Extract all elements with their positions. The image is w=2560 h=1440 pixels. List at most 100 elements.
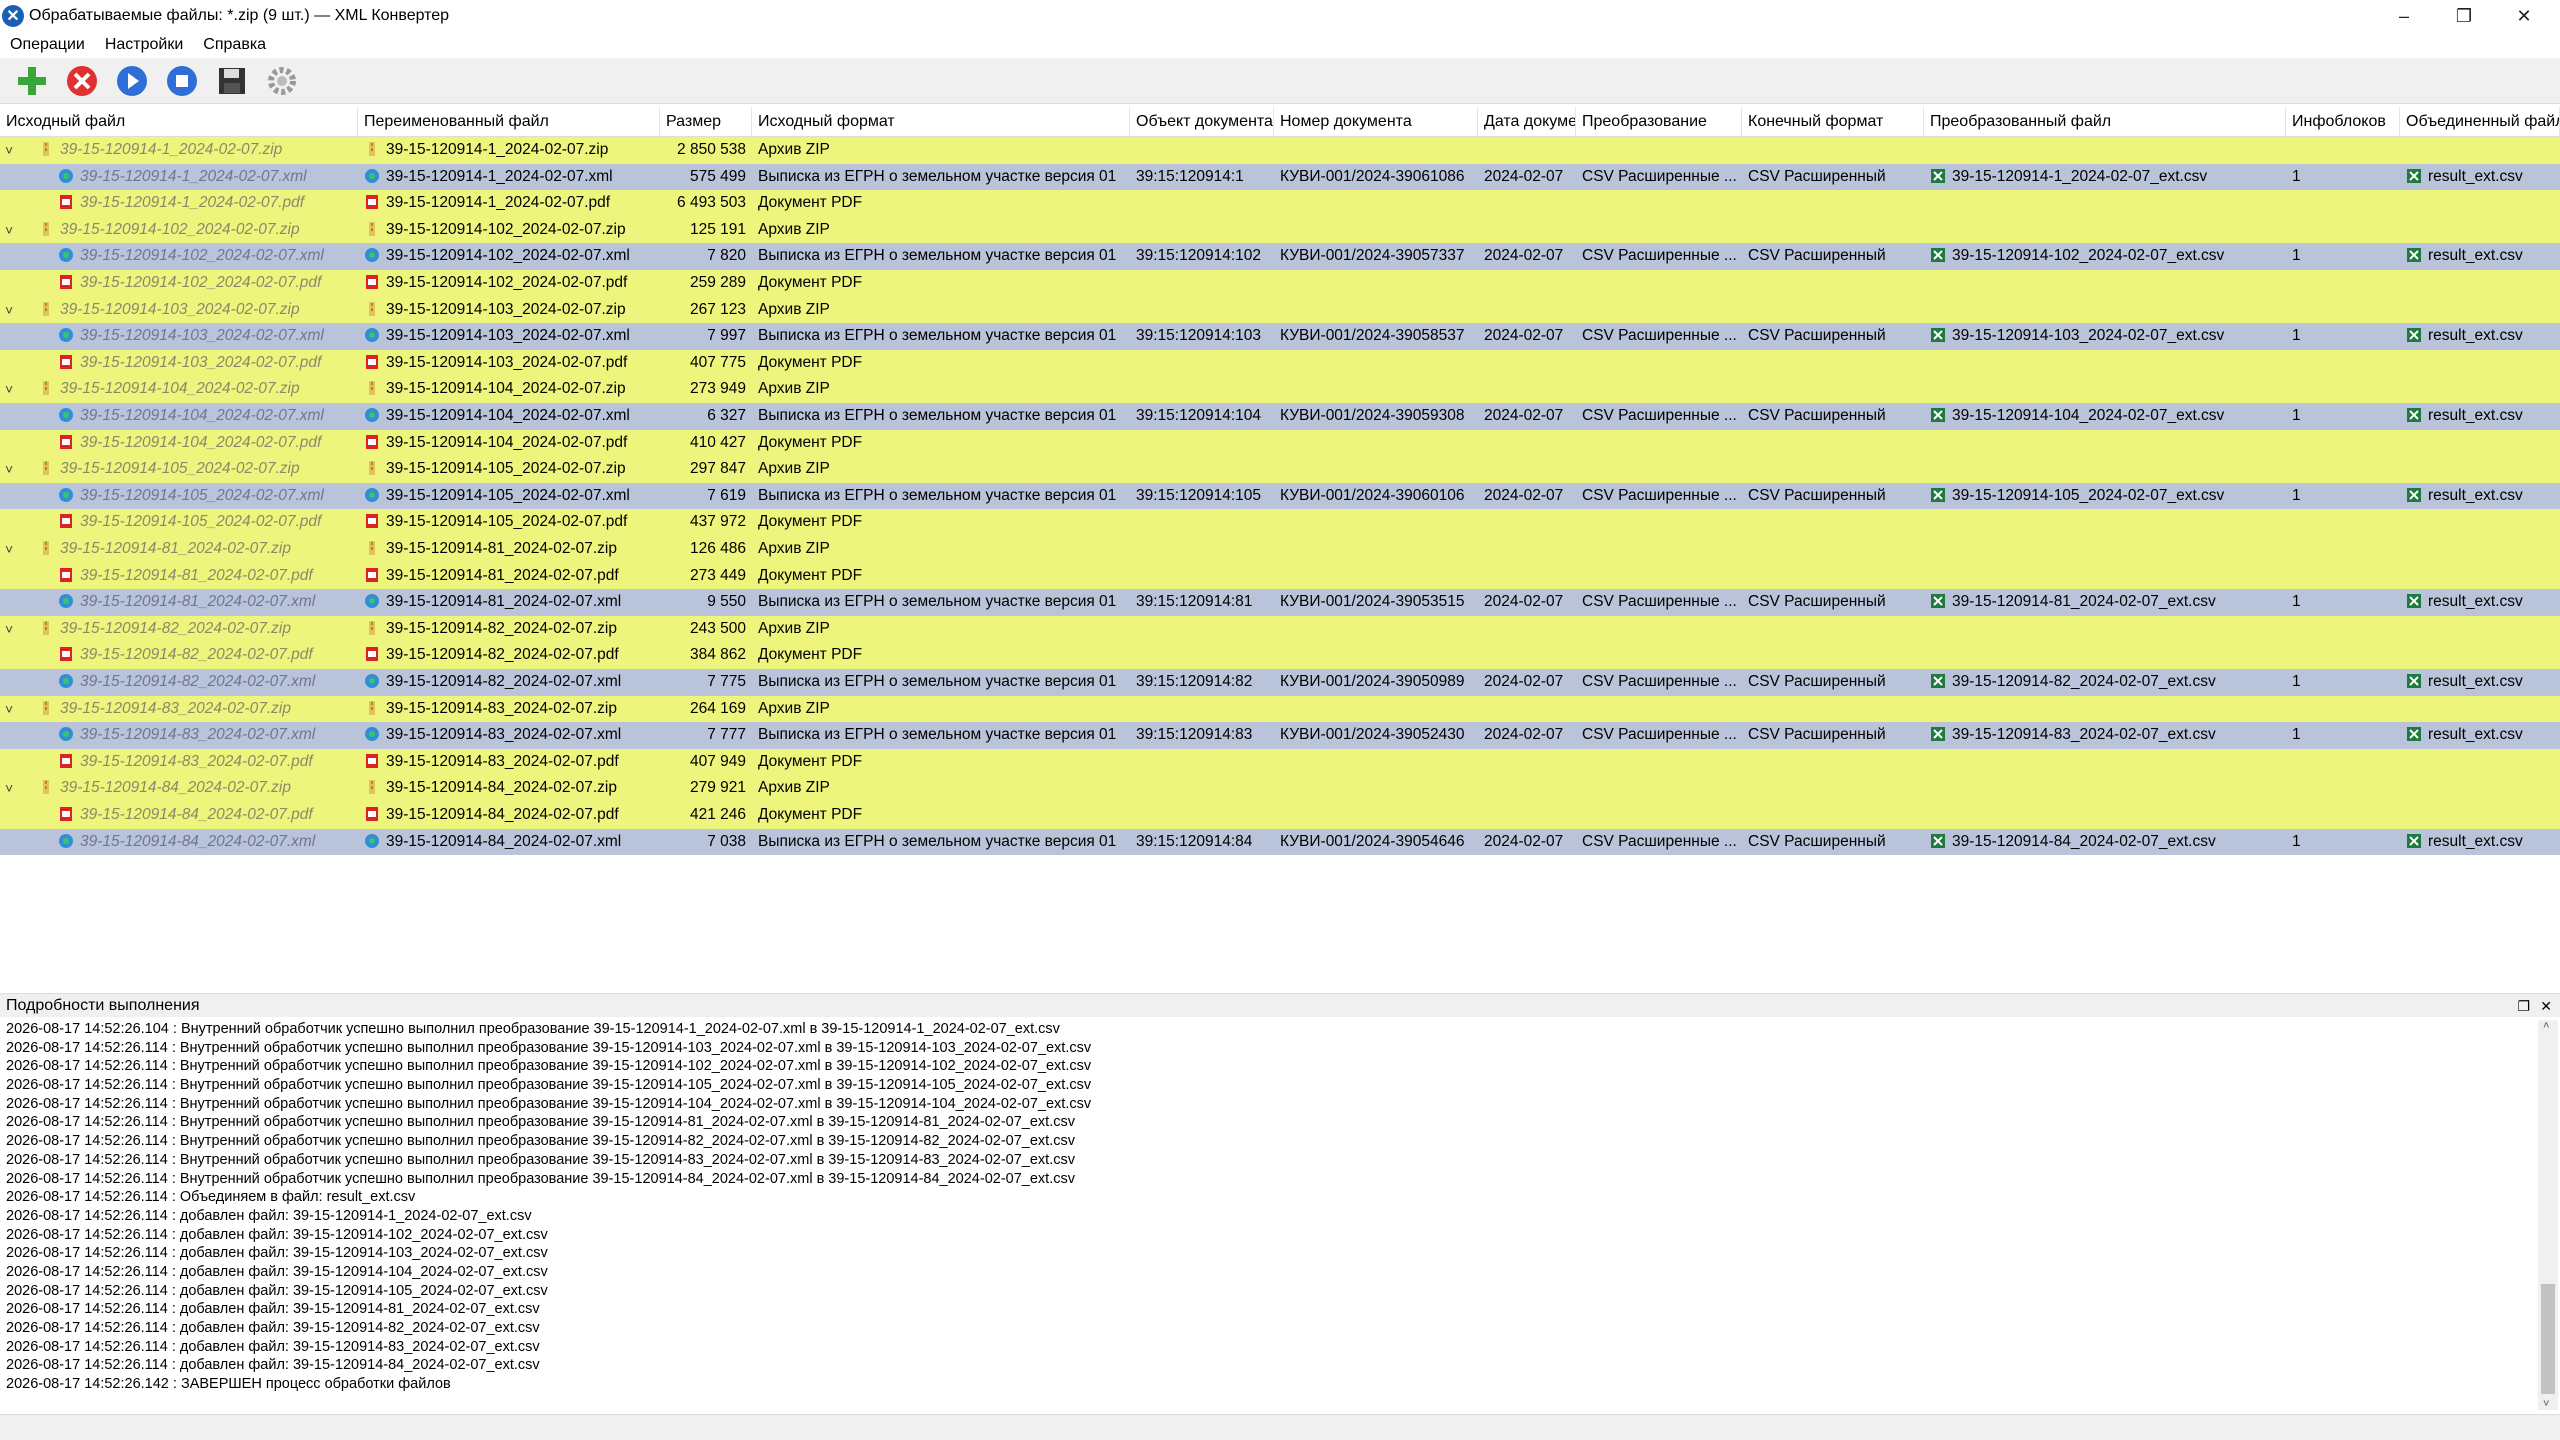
settings-icon[interactable] (264, 63, 300, 99)
cell-text: 39-15-120914-105_2024-02-07.zip (386, 460, 626, 478)
expand-toggle-icon[interactable]: ˅ (5, 297, 13, 324)
maximize-button[interactable]: ❐ (2434, 0, 2494, 32)
expand-toggle-icon[interactable]: ˅ (5, 137, 13, 164)
cell-source-file: 39-15-120914-82_2024-02-07.xml (52, 669, 358, 696)
expand-toggle-icon[interactable]: ˅ (5, 775, 13, 802)
zip-file-icon (369, 541, 375, 555)
cell-text: 39-15-120914-1_2024-02-07.zip (386, 141, 609, 158)
table-row[interactable]: 39-15-120914-83_2024-02-07.pdf 39-15-1209… (0, 748, 2560, 776)
table-row[interactable]: ˅ 39-15-120914-84_2024-02-07.zip 39-15-120… (0, 775, 2560, 802)
table-row[interactable]: 39-15-120914-105_2024-02-07.pdf 39-15-120… (0, 509, 2560, 536)
zip-file-icon (43, 142, 49, 156)
cell-text: 575 499 (689, 167, 746, 185)
column-header-conversion[interactable]: Преобразование (1576, 107, 1742, 137)
cell-text: Документ PDF (758, 513, 863, 531)
table-row[interactable]: 39-15-120914-83_2024-02-07.xml 39-15-1209… (0, 722, 2560, 749)
pdf-file-icon (60, 275, 72, 289)
table-row[interactable]: 39-15-120914-105_2024-02-07.xml 39-15-120… (0, 482, 2560, 510)
cell-source-file: 39-15-120914-105_2024-02-07.xml (52, 483, 358, 510)
log-line: 2026-08-17 14:52:26.114 : Внутренний обр… (6, 1095, 1092, 1112)
column-header-final-format[interactable]: Конечный формат (1742, 107, 1924, 137)
cell-source-file: 39-15-120914-81_2024-02-07.zip (32, 536, 358, 563)
remove-icon[interactable] (64, 63, 100, 99)
table-row[interactable]: 39-15-120914-104_2024-02-07.pdf 39-15-120… (0, 429, 2560, 457)
cell-source-format: Архив ZIP (752, 696, 1130, 723)
table-row[interactable]: 39-15-120914-82_2024-02-07.xml 39-15-1209… (0, 669, 2560, 696)
close-icon[interactable]: ✕ (2540, 994, 2552, 1018)
table-row[interactable]: 39-15-120914-1_2024-02-07.pdf 39-15-12091… (0, 190, 2560, 217)
scroll-thumb[interactable] (2541, 1284, 2555, 1394)
cell-document-object: 39:15:120914:105 (1130, 483, 1274, 510)
table-row[interactable]: ˅ 39-15-120914-103_2024-02-07.zip 39-15-12… (0, 296, 2560, 324)
minimize-button[interactable]: – (2374, 0, 2434, 32)
csv-file-icon (1931, 727, 1945, 742)
cell-final-format: CSV Расширенный (1742, 483, 1924, 510)
cell-source-file: 39-15-120914-102_2024-02-07.xml (52, 243, 358, 270)
table-row[interactable]: ˅ 39-15-120914-83_2024-02-07.zip 39-15-120… (0, 695, 2560, 723)
cell-text: 39-15-120914-1_2024-02-07.xml (80, 167, 307, 185)
table-row[interactable]: 39-15-120914-104_2024-02-07.xml 39-15-120… (0, 403, 2560, 430)
column-header-merged-file[interactable]: Объединенный файл (2400, 107, 2560, 137)
table-row[interactable]: ˅ 39-15-120914-104_2024-02-07.zip 39-15-12… (0, 376, 2560, 403)
vertical-scrollbar[interactable]: ˄ ˅ (2538, 1020, 2558, 1410)
menu-operations[interactable]: Операции (0, 36, 95, 54)
table-row[interactable]: ˅ 39-15-120914-102_2024-02-07.zip 39-15-12… (0, 216, 2560, 244)
scroll-up-icon[interactable]: ˄ (2543, 1020, 2549, 1032)
add-icon[interactable] (14, 63, 50, 99)
table-row[interactable]: 39-15-120914-84_2024-02-07.pdf 39-15-1209… (0, 802, 2560, 829)
table-row[interactable]: 39-15-120914-103_2024-02-07.pdf 39-15-120… (0, 349, 2560, 377)
column-header-infoblocks[interactable]: Инфоблоков (2286, 107, 2400, 137)
forward-icon[interactable] (114, 63, 150, 99)
table-row[interactable]: 39-15-120914-81_2024-02-07.pdf 39-15-1209… (0, 562, 2560, 590)
menu-settings[interactable]: Настройки (95, 36, 193, 54)
cell-size: 297 847 (660, 456, 752, 483)
table-row[interactable]: ˅ 39-15-120914-105_2024-02-07.zip 39-15-12… (0, 456, 2560, 483)
xml-file-icon (365, 487, 379, 502)
expand-toggle-icon[interactable]: ˅ (5, 456, 13, 483)
expand-toggle-icon[interactable]: ˅ (5, 376, 13, 403)
cell-text: Документ PDF (758, 194, 863, 212)
cell-text: CSV Расширенные ... (1582, 726, 1737, 744)
table-row[interactable]: ˅ 39-15-120914-82_2024-02-07.zip 39-15-120… (0, 615, 2560, 643)
cell-text: 39-15-120914-84_2024-02-07.zip (60, 779, 291, 797)
stop-icon[interactable] (164, 63, 200, 99)
menu-help[interactable]: Справка (193, 36, 276, 54)
cell-document-date: 2024-02-07 (1478, 483, 1576, 510)
cell-text: 1 (2292, 832, 2301, 850)
column-header-document-object[interactable]: Объект документа (1130, 107, 1274, 137)
cell-renamed-file: 39-15-120914-104_2024-02-07.xml (358, 403, 660, 430)
cell-document-date: 2024-02-07 (1478, 829, 1576, 856)
table-row[interactable]: 39-15-120914-81_2024-02-07.xml 39-15-1209… (0, 589, 2560, 616)
table-row[interactable]: 39-15-120914-1_2024-02-07.xml 39-15-12091… (0, 163, 2560, 191)
column-header-size[interactable]: Размер (660, 107, 752, 137)
cell-text: 39-15-120914-84_2024-02-07.zip (386, 779, 617, 797)
column-header-document-date[interactable]: Дата докуме (1478, 107, 1576, 137)
restore-icon[interactable]: ❐ (2517, 994, 2530, 1018)
column-header-document-number[interactable]: Номер документа (1274, 107, 1478, 137)
column-header-converted-file[interactable]: Преобразованный файл (1924, 107, 2286, 137)
close-button[interactable]: ✕ (2494, 0, 2554, 32)
table-row[interactable]: ˅ 39-15-120914-81_2024-02-07.zip 39-15-120… (0, 536, 2560, 563)
scroll-down-icon[interactable]: ˅ (2543, 1398, 2549, 1410)
table-row[interactable]: ˅ 39-15-120914-1_2024-02-07.zip 39-15-1209… (0, 137, 2560, 164)
expand-toggle-icon[interactable]: ˅ (5, 536, 13, 563)
cell-source-format: Выписка из ЕГРН о земельном участке верс… (752, 403, 1130, 430)
expand-toggle-icon[interactable]: ˅ (5, 616, 13, 643)
column-header-source-format[interactable]: Исходный формат (752, 107, 1130, 137)
column-header-source-file[interactable]: Исходный файл (0, 107, 358, 137)
table-row[interactable]: 39-15-120914-102_2024-02-07.pdf 39-15-120… (0, 270, 2560, 297)
table-row[interactable]: 39-15-120914-82_2024-02-07.pdf 39-15-1209… (0, 642, 2560, 669)
expand-toggle-icon[interactable]: ˅ (5, 696, 13, 723)
cell-text: 1 (2292, 327, 2301, 345)
column-header-renamed-file[interactable]: Переименованный файл (358, 107, 660, 137)
table-row[interactable]: 39-15-120914-103_2024-02-07.xml 39-15-120… (0, 323, 2560, 350)
cell-source-file: 39-15-120914-102_2024-02-07.zip (32, 217, 358, 244)
expand-toggle-icon[interactable]: ˅ (5, 217, 13, 244)
table-row[interactable]: 39-15-120914-84_2024-02-07.xml 39-15-1209… (0, 828, 2560, 856)
cell-source-format: Документ PDF (752, 563, 1130, 590)
table-row[interactable]: 39-15-120914-102_2024-02-07.xml 39-15-120… (0, 243, 2560, 270)
xml-file-icon (365, 168, 379, 183)
save-icon[interactable] (214, 63, 250, 99)
cell-text: CSV Расширенный (1748, 832, 1886, 850)
cell-source-format: Архив ZIP (752, 217, 1130, 244)
